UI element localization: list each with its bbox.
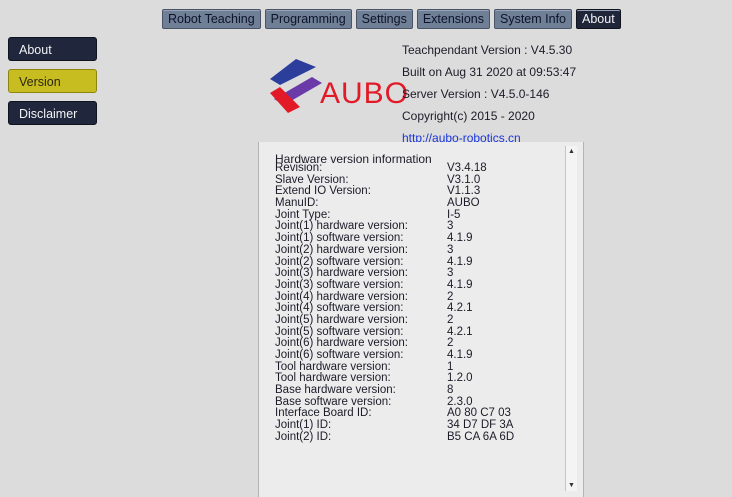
- teachpendant-version: Teachpendant Version : V4.5.30: [402, 43, 573, 57]
- server-version: Server Version : V4.5.0-146: [402, 87, 550, 101]
- row-value: 8: [447, 384, 454, 397]
- build-date: Built on Aug 31 2020 at 09:53:47: [402, 65, 577, 79]
- tab-programming[interactable]: Programming: [264, 9, 352, 29]
- tab-settings[interactable]: Settings: [355, 9, 413, 29]
- row-value: V3.4.18: [447, 162, 487, 174]
- tab-system-info[interactable]: System Info: [494, 9, 572, 29]
- row-label: ManuID:: [275, 197, 319, 210]
- row-label: Joint(5) hardware version:: [275, 313, 408, 326]
- hardware-row: Joint(3) software version: 4.1.9: [275, 278, 545, 292]
- copyright: Copyright(c) 2015 - 2020: [402, 109, 535, 123]
- hardware-row: ManuID: AUBO: [275, 197, 545, 210]
- hardware-info-panel[interactable]: Hardware version information Revision: V3…: [258, 142, 584, 497]
- row-value: 3: [447, 243, 454, 256]
- hardware-row: Joint(5) hardware version: 2: [275, 313, 545, 327]
- tab-robot-teaching[interactable]: Robot Teaching: [162, 9, 261, 29]
- tab-extensions[interactable]: Extensions: [416, 9, 490, 29]
- tab-about[interactable]: About: [576, 9, 621, 29]
- row-label: Joint(6) software version:: [275, 349, 404, 361]
- hardware-row: Joint(2) hardware version: 3: [275, 243, 545, 257]
- logo-wordmark: AUBO: [320, 77, 410, 110]
- top-tab-bar: Robot Teaching Programming Settings Exte…: [162, 9, 621, 29]
- sidebar: About Version Disclaimer: [8, 37, 97, 133]
- aubo-logo-mark: [270, 59, 322, 113]
- hardware-row: Joint(6) software version: 4.1.9: [275, 349, 545, 362]
- sidebar-item-version[interactable]: Version: [8, 69, 97, 93]
- row-label: Joint(3) software version:: [275, 278, 404, 291]
- hardware-row: Joint(2) ID: B5 CA 6A 6D: [275, 430, 545, 444]
- row-value: AUBO: [447, 197, 480, 210]
- row-label: Base hardware version:: [275, 384, 396, 397]
- scrollbar[interactable]: ▲ ▼: [565, 146, 577, 491]
- row-value: 4.1.9: [447, 278, 473, 291]
- scroll-down-icon[interactable]: ▼: [568, 482, 575, 489]
- scroll-up-icon[interactable]: ▲: [568, 148, 575, 155]
- hardware-row: Base hardware version: 8: [275, 384, 545, 397]
- hardware-row: Revision: V3.4.18: [275, 162, 545, 175]
- sidebar-item-disclaimer[interactable]: Disclaimer: [8, 101, 97, 125]
- row-value: B5 CA 6A 6D: [447, 430, 515, 443]
- row-value: 4.1.9: [447, 349, 473, 361]
- hardware-rows: Revision: V3.4.18 Slave Version: V3.1.0 Exte…: [275, 162, 545, 444]
- row-label: Revision:: [275, 162, 323, 174]
- version-info: Teachpendant Version : V4.5.30 Built on …: [402, 39, 576, 149]
- row-label: Joint(2) ID:: [275, 430, 332, 443]
- row-label: Joint(2) hardware version:: [275, 243, 408, 256]
- sidebar-item-about[interactable]: About: [8, 37, 97, 61]
- row-value: 2: [447, 313, 454, 326]
